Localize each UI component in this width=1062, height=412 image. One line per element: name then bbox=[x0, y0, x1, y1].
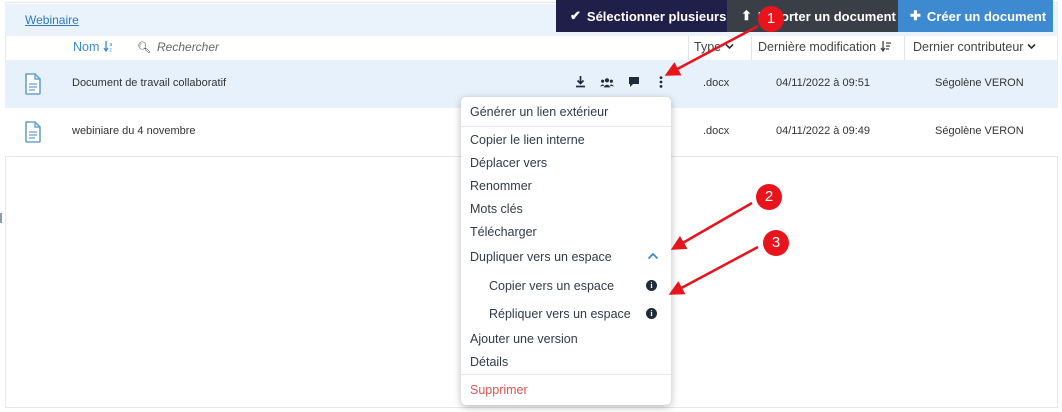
column-divider bbox=[688, 36, 689, 60]
search-input[interactable] bbox=[155, 39, 359, 55]
svg-text:z: z bbox=[109, 48, 112, 53]
column-modified-label: Dernière modification bbox=[758, 40, 877, 54]
document-contributor: Ségolène VERON bbox=[935, 125, 1024, 137]
column-divider bbox=[751, 36, 752, 60]
info-icon[interactable]: i bbox=[646, 280, 657, 291]
create-document-label: Créer un document bbox=[926, 8, 1047, 24]
menu-item-duplicate-to-space[interactable]: Dupliquer vers un espace bbox=[470, 250, 612, 264]
check-double-icon: ✔ bbox=[570, 8, 581, 23]
upload-document-button[interactable]: ⬆ Importer un document bbox=[727, 0, 898, 32]
sort-icon: a z bbox=[103, 41, 112, 54]
document-icon bbox=[25, 121, 41, 143]
chevron-down-icon bbox=[1027, 43, 1036, 50]
upload-arrow-icon: ⬆ bbox=[741, 8, 752, 23]
select-multiple-button[interactable]: ✔ Sélectionner plusieurs bbox=[556, 0, 727, 32]
column-divider bbox=[904, 36, 905, 60]
chevron-down-icon bbox=[725, 43, 734, 50]
users-icon[interactable] bbox=[600, 75, 614, 89]
breadcrumb-link[interactable]: Webinaire bbox=[25, 13, 79, 27]
document-modified: 04/11/2022 à 09:51 bbox=[776, 77, 870, 89]
column-type-label: Type bbox=[694, 40, 722, 54]
sort-desc-icon bbox=[880, 41, 891, 53]
document-icon bbox=[25, 73, 41, 95]
download-icon[interactable] bbox=[573, 75, 587, 89]
column-modified-sort[interactable]: Dernière modification bbox=[758, 40, 892, 54]
column-type-sort[interactable]: Type bbox=[694, 40, 734, 54]
search-icon: 🔍︎ bbox=[137, 42, 151, 54]
column-contributor-sort[interactable]: Dernier contributeur bbox=[913, 40, 1036, 54]
plus-icon: ✚ bbox=[910, 8, 921, 23]
scroll-marker bbox=[0, 213, 2, 223]
menu-item-replicate-to-space[interactable]: Répliquer vers un espace bbox=[489, 307, 631, 321]
menu-item-details[interactable]: Détails bbox=[470, 355, 508, 369]
menu-item-delete[interactable]: Supprimer bbox=[470, 383, 528, 397]
comment-icon[interactable] bbox=[627, 75, 641, 89]
chevron-up-icon[interactable] bbox=[647, 251, 659, 261]
document-name[interactable]: webiniare du 4 novembre bbox=[72, 125, 196, 137]
context-menu: Générer un lien extérieur Copier le lien… bbox=[461, 97, 671, 405]
menu-item-copy-internal-link[interactable]: Copier le lien interne bbox=[470, 133, 585, 147]
menu-item-rename[interactable]: Renommer bbox=[470, 179, 532, 193]
menu-item-add-version[interactable]: Ajouter une version bbox=[470, 332, 578, 346]
column-name-label: Nom bbox=[73, 40, 100, 54]
document-contributor: Ségolène VERON bbox=[935, 77, 1024, 89]
annotation-badge: 1 bbox=[758, 6, 784, 32]
menu-item-move-to[interactable]: Déplacer vers bbox=[470, 156, 547, 170]
menu-divider bbox=[461, 126, 671, 127]
menu-item-download[interactable]: Télécharger bbox=[470, 225, 537, 239]
more-options-icon[interactable] bbox=[654, 75, 668, 89]
menu-item-copy-to-space[interactable]: Copier vers un espace bbox=[489, 279, 614, 293]
create-document-button[interactable]: ✚ Créer un document bbox=[898, 0, 1053, 32]
menu-item-keywords[interactable]: Mots clés bbox=[470, 202, 523, 216]
annotation-badge: 3 bbox=[763, 230, 789, 256]
document-type: .docx bbox=[703, 125, 730, 137]
document-name[interactable]: Document de travail collaboratif bbox=[72, 77, 226, 89]
column-header: Nom a z 🔍︎ Type Dernière modification De… bbox=[5, 36, 1058, 61]
row-actions bbox=[573, 75, 668, 89]
info-icon[interactable]: i bbox=[646, 308, 657, 319]
annotation-badge: 2 bbox=[756, 184, 782, 210]
menu-divider bbox=[461, 374, 671, 375]
column-name-sort[interactable]: Nom a z bbox=[73, 40, 115, 54]
document-type: .docx bbox=[703, 77, 730, 89]
column-contributor-label: Dernier contributeur bbox=[913, 40, 1024, 54]
select-multiple-label: Sélectionner plusieurs bbox=[586, 8, 727, 24]
menu-item-external-link[interactable]: Générer un lien extérieur bbox=[470, 105, 608, 119]
document-modified: 04/11/2022 à 09:49 bbox=[776, 125, 870, 137]
